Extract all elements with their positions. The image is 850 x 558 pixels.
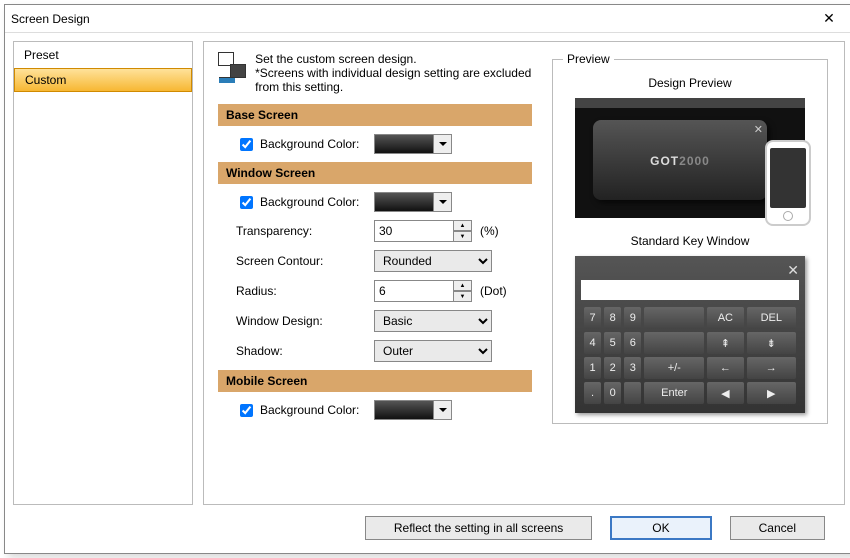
shadow-select[interactable]: Outer [374, 340, 492, 362]
spin-up-icon[interactable]: ▲ [454, 280, 472, 291]
shadow-row: Shadow: Outer [236, 340, 532, 362]
window-design-label: Window Design: [236, 314, 366, 328]
keypad-display [581, 280, 799, 300]
window-bgcolor-row: Background Color: [236, 192, 532, 212]
preview-group: Preview Design Preview ✕ GOT2000 Standar… [552, 52, 828, 424]
preview-window: ✕ GOT2000 [593, 120, 767, 200]
close-icon: ✕ [754, 123, 763, 136]
keypad-keys: 789ACDEL 456⇞⇟ 123+/-←→ .0Enter◀▶ [581, 304, 799, 407]
color-swatch [374, 134, 434, 154]
base-bgcolor-picker[interactable] [374, 134, 452, 154]
mobile-bgcolor-row: Background Color: [236, 400, 532, 420]
close-icon[interactable]: ✕ [811, 10, 847, 27]
settings-column: Set the custom screen design. *Screens w… [218, 52, 532, 494]
intro-text: Set the custom screen design. *Screens w… [255, 52, 532, 94]
base-bgcolor-row: Background Color: [236, 134, 532, 154]
spin-down-icon[interactable]: ▼ [454, 291, 472, 302]
base-bgcolor-checkbox[interactable] [240, 138, 253, 151]
color-swatch [374, 192, 434, 212]
color-swatch [374, 400, 434, 420]
mobile-bgcolor-checkbox[interactable] [240, 404, 253, 417]
preview-column: Preview Design Preview ✕ GOT2000 Standar… [550, 52, 830, 494]
ok-button[interactable]: OK [610, 516, 711, 540]
radius-unit: (Dot) [480, 284, 507, 298]
mobile-bgcolor-label[interactable]: Background Color: [236, 401, 366, 420]
window-design-select[interactable]: Basic [374, 310, 492, 332]
transparency-row: Transparency: ▲▼ (%) [236, 220, 532, 242]
shadow-label: Shadow: [236, 344, 366, 358]
base-bgcolor-label[interactable]: Background Color: [236, 135, 366, 154]
window-design-row: Window Design: Basic [236, 310, 532, 332]
preset-sidebar: Preset Custom [13, 41, 193, 505]
window-title: Screen Design [11, 12, 811, 26]
transparency-input[interactable] [374, 220, 454, 242]
button-bar: Reflect the setting in all screens OK Ca… [5, 513, 850, 553]
radius-row: Radius: ▲▼ (Dot) [236, 280, 532, 302]
phone-icon [765, 140, 811, 226]
sidebar-header: Preset [14, 42, 192, 68]
dialog-body: Preset Custom Set the custom screen desi… [5, 33, 850, 513]
radius-input[interactable] [374, 280, 454, 302]
chevron-down-icon[interactable] [434, 192, 452, 212]
base-screen-header: Base Screen [218, 104, 532, 126]
intro-row: Set the custom screen design. *Screens w… [218, 52, 532, 94]
keywindow-title: Standard Key Window [563, 234, 817, 248]
design-preview: ✕ GOT2000 [575, 98, 805, 218]
main-panel: Set the custom screen design. *Screens w… [203, 41, 845, 505]
screen-design-dialog: Screen Design ✕ Preset Custom Set the cu… [4, 4, 850, 554]
preview-logo: GOT2000 [650, 152, 710, 168]
transparency-unit: (%) [480, 224, 499, 238]
transparency-spinner[interactable]: ▲▼ [374, 220, 472, 242]
close-icon: ✕ [581, 262, 799, 280]
design-icon [218, 52, 245, 84]
contour-label: Screen Contour: [236, 254, 366, 268]
window-screen-header: Window Screen [218, 162, 532, 184]
contour-row: Screen Contour: Rounded [236, 250, 532, 272]
spin-down-icon[interactable]: ▼ [454, 231, 472, 242]
sidebar-item-custom[interactable]: Custom [14, 68, 192, 92]
chevron-down-icon[interactable] [434, 134, 452, 154]
contour-select[interactable]: Rounded [374, 250, 492, 272]
window-bgcolor-picker[interactable] [374, 192, 452, 212]
preview-legend: Preview [563, 52, 614, 66]
reflect-button[interactable]: Reflect the setting in all screens [365, 516, 592, 540]
window-bgcolor-label[interactable]: Background Color: [236, 193, 366, 212]
cancel-button[interactable]: Cancel [730, 516, 825, 540]
radius-label: Radius: [236, 284, 366, 298]
design-preview-title: Design Preview [563, 76, 817, 90]
mobile-screen-header: Mobile Screen [218, 370, 532, 392]
titlebar: Screen Design ✕ [5, 5, 850, 33]
mobile-bgcolor-picker[interactable] [374, 400, 452, 420]
keypad-preview: ✕ 789ACDEL 456⇞⇟ 123+/-←→ .0Enter◀▶ [575, 256, 805, 413]
transparency-label: Transparency: [236, 224, 366, 238]
spin-up-icon[interactable]: ▲ [454, 220, 472, 231]
chevron-down-icon[interactable] [434, 400, 452, 420]
window-bgcolor-checkbox[interactable] [240, 196, 253, 209]
radius-spinner[interactable]: ▲▼ [374, 280, 472, 302]
